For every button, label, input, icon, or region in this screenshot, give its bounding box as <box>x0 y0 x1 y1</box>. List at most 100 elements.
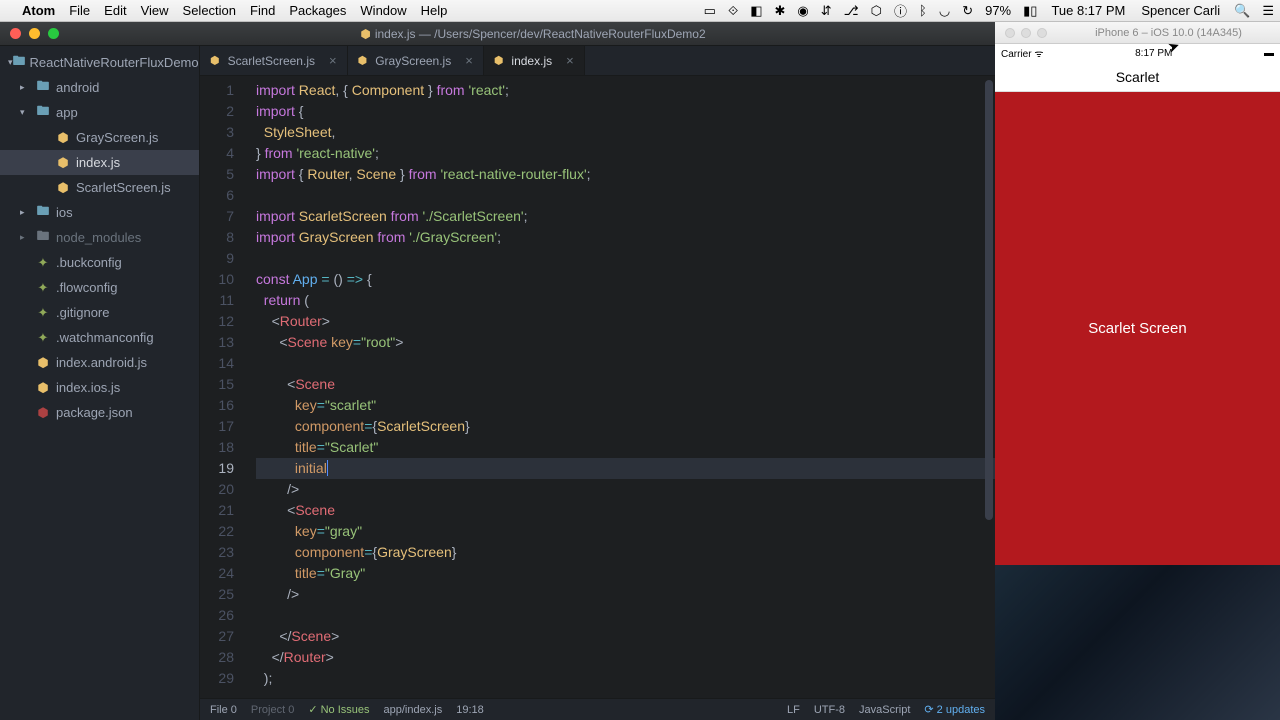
notification-icon[interactable]: ☰ <box>1262 3 1274 19</box>
updown-icon[interactable]: ⇵ <box>821 3 832 19</box>
tab-grayscreen[interactable]: ⬢GrayScreen.js× <box>348 46 484 75</box>
tree-label: index.ios.js <box>56 380 120 395</box>
tree-folder-node-modules[interactable]: ▸🖿node_modules <box>0 225 199 250</box>
editor-scrollbar[interactable] <box>985 80 993 520</box>
status-line-ending[interactable]: LF <box>787 704 800 716</box>
minimize-window-icon[interactable] <box>29 28 40 39</box>
tree-file-package-json[interactable]: ⬢package.json <box>0 400 199 425</box>
desktop-wallpaper <box>995 565 1280 720</box>
dropbox-icon[interactable]: ⬡ <box>871 3 882 19</box>
status-updates[interactable]: ⟳ 2 updates <box>924 703 985 716</box>
simulator-titlebar[interactable]: iPhone 6 – iOS 10.0 (14A345) <box>995 22 1280 44</box>
tree-folder-android[interactable]: ▸🖿android <box>0 75 199 100</box>
tree-file-watchmanconfig[interactable]: ✦ .watchmanconfig <box>0 325 199 350</box>
tree-file-grayscreen[interactable]: ⬢GrayScreen.js <box>0 125 199 150</box>
status-cursor-pos[interactable]: 19:18 <box>456 704 484 716</box>
simulator-screen[interactable]: Carrier ᯤ 8:17 PM ▬ Scarlet Scarlet Scre… <box>995 44 1280 565</box>
atom-window: ⬢ index.js — /Users/Spencer/dev/ReactNati… <box>0 22 995 720</box>
tab-label: ScarletScreen.js <box>228 54 315 68</box>
folder-icon: 🖿 <box>34 227 52 249</box>
app-icon[interactable]: ◧ <box>750 3 762 19</box>
code-area[interactable]: import React, { Component } from 'react'… <box>244 76 995 698</box>
menubar-app[interactable]: Atom <box>22 3 55 18</box>
status-path[interactable]: app/index.js <box>384 704 443 716</box>
zoom-window-icon[interactable] <box>48 28 59 39</box>
tree-label: .gitignore <box>56 305 109 320</box>
tree-file-index-android[interactable]: ⬢index.android.js <box>0 350 199 375</box>
file-tree[interactable]: ▾🖿ReactNativeRouterFluxDemo2 ▸🖿android ▾… <box>0 46 200 720</box>
traffic-lights <box>10 28 59 39</box>
app-content[interactable]: Scarlet Screen <box>995 92 1280 565</box>
close-window-icon[interactable] <box>1005 28 1015 38</box>
info-icon[interactable]: ⓘ <box>894 1 907 20</box>
close-tab-icon[interactable]: × <box>465 53 473 68</box>
nav-title: Scarlet <box>1116 69 1160 85</box>
tree-label: .flowconfig <box>56 280 117 295</box>
status-file-count[interactable]: File 0 <box>210 704 237 716</box>
code-editor[interactable]: 1234567891011121314151617181920212223242… <box>200 76 995 698</box>
tree-file-index-ios[interactable]: ⬢ index.ios.js <box>0 375 199 400</box>
menu-find[interactable]: Find <box>250 3 275 18</box>
json-file-icon: ⬢ <box>34 405 52 421</box>
battery-text[interactable]: 97% <box>985 3 1011 18</box>
menu-file[interactable]: File <box>69 3 90 18</box>
tree-file-gitignore[interactable]: ✦.gitignore <box>0 300 199 325</box>
tree-file-scarletscreen[interactable]: ⬢ ScarletScreen.js <box>0 175 199 200</box>
wifi-icon[interactable]: ◡ <box>939 3 950 19</box>
atom-title-text: index.js — /Users/Spencer/dev/ReactNativ… <box>375 27 706 41</box>
js-file-icon: ⬢ <box>494 54 504 67</box>
menubar-clock[interactable]: Tue 8:17 PM <box>1051 3 1125 18</box>
folder-icon: 🖿 <box>34 77 52 99</box>
tab-index[interactable]: ⬢index.js× <box>484 46 585 75</box>
tree-root[interactable]: ▾🖿ReactNativeRouterFluxDemo2 <box>0 50 199 75</box>
file-icon: ⬢ <box>360 27 370 41</box>
close-window-icon[interactable] <box>10 28 21 39</box>
battery-icon: ▬ <box>1264 48 1274 59</box>
status-encoding[interactable]: UTF-8 <box>814 704 845 716</box>
display-icon[interactable]: ▭ <box>704 3 716 19</box>
menu-window[interactable]: Window <box>360 3 406 18</box>
sync-icon[interactable]: ⟐ <box>728 3 738 19</box>
tree-label: .buckconfig <box>56 255 122 270</box>
status-bar: File 0 Project 0 ✓ No Issues app/index.j… <box>200 698 995 720</box>
status-issues[interactable]: ✓ No Issues <box>308 703 369 716</box>
battery-icon[interactable]: ▮▯ <box>1023 3 1037 19</box>
tree-folder-app[interactable]: ▾🖿app <box>0 100 199 125</box>
minimize-window-icon[interactable] <box>1021 28 1031 38</box>
menu-view[interactable]: View <box>141 3 169 18</box>
tree-label: ScarletScreen.js <box>76 180 171 195</box>
record-icon[interactable]: ◉ <box>797 3 808 19</box>
tree-file-index[interactable]: ⬢ index.js <box>0 150 199 175</box>
menu-selection[interactable]: Selection <box>183 3 236 18</box>
bluetooth-icon[interactable]: ᛒ <box>919 3 927 18</box>
tree-label: ios <box>56 205 73 220</box>
config-file-icon: ✦ <box>34 330 52 346</box>
spotlight-icon[interactable]: 🔍 <box>1234 3 1250 19</box>
tree-label: ReactNativeRouterFluxDemo2 <box>30 55 200 70</box>
js-file-icon: ⬢ <box>54 155 72 171</box>
evernote-icon[interactable]: ✱ <box>775 3 786 19</box>
tree-label: index.js <box>76 155 120 170</box>
js-file-icon: ⬢ <box>34 380 52 396</box>
menu-edit[interactable]: Edit <box>104 3 126 18</box>
menu-packages[interactable]: Packages <box>289 3 346 18</box>
close-tab-icon[interactable]: × <box>329 53 337 68</box>
branch-icon[interactable]: ⎇ <box>844 3 859 19</box>
status-language[interactable]: JavaScript <box>859 704 910 716</box>
tree-file-flowconfig[interactable]: ✦.flowconfig <box>0 275 199 300</box>
tree-folder-ios[interactable]: ▸🖿ios <box>0 200 199 225</box>
editor-tabs: ⬢ ScarletScreen.js × ⬢GrayScreen.js× ⬢inde… <box>200 46 995 76</box>
tree-label: .watchmanconfig <box>56 330 154 345</box>
js-file-icon: ⬢ <box>358 54 368 67</box>
tree-label: app <box>56 105 78 120</box>
timemachine-icon[interactable]: ↻ <box>962 3 973 19</box>
tab-scarletscreen[interactable]: ⬢ScarletScreen.js× <box>200 46 348 75</box>
close-tab-icon[interactable]: × <box>566 53 574 68</box>
menubar-user[interactable]: Spencer Carli <box>1141 3 1220 18</box>
js-file-icon: ⬢ <box>54 180 72 196</box>
tree-file-buckconfig[interactable]: ✦.buckconfig <box>0 250 199 275</box>
atom-titlebar[interactable]: ⬢ index.js — /Users/Spencer/dev/ReactNati… <box>0 22 995 46</box>
zoom-window-icon[interactable] <box>1037 28 1047 38</box>
menu-help[interactable]: Help <box>421 3 448 18</box>
status-project[interactable]: Project 0 <box>251 704 294 716</box>
